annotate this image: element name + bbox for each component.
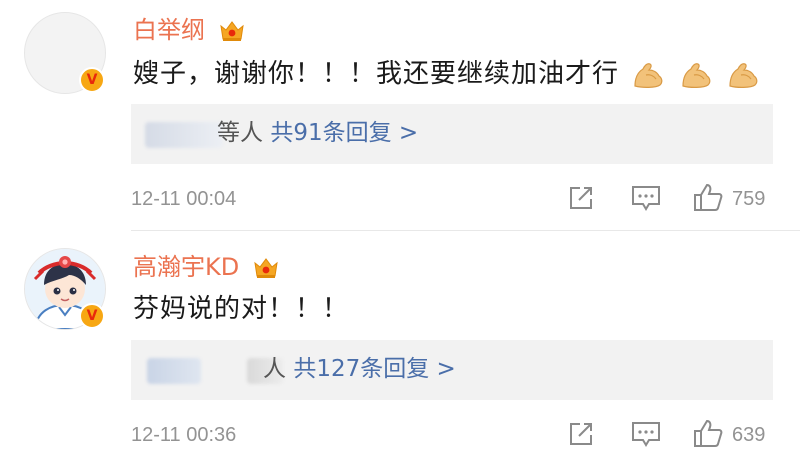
avatar[interactable]: V	[24, 12, 106, 94]
comment-item: V 白举纲 嫂子，谢谢你！！！我还要继续加油才行 等人 共91条回复 > 12-…	[0, 0, 800, 232]
reply-preview[interactable]: 人 共127条回复 >	[131, 340, 773, 400]
avatar[interactable]: V	[24, 248, 106, 330]
comment-icon[interactable]	[630, 183, 662, 213]
author-name[interactable]: 高瀚宇KD	[133, 252, 279, 282]
like-count: 639	[732, 424, 766, 446]
blurred-username	[147, 358, 201, 384]
reply-count-link[interactable]: 共91条回复 >	[270, 120, 418, 146]
flexed-biceps-icon	[634, 62, 663, 88]
divider	[131, 230, 800, 231]
flexed-biceps-icon	[681, 62, 710, 88]
comment-text-body: 嫂子，谢谢你！！！我还要继续加油才行	[133, 59, 620, 89]
reply-authors: 人	[263, 356, 286, 382]
comment-item: V 高瀚宇KD 芬妈说的对！！！ 人 共127条回复 > 12-11 00:36…	[0, 232, 800, 469]
verified-badge-icon: V	[79, 303, 105, 329]
timestamp: 12-11 00:36	[131, 424, 237, 446]
reply-preview[interactable]: 等人 共91条回复 >	[131, 104, 773, 164]
flexed-biceps-icon	[729, 62, 758, 88]
reply-summary[interactable]: 等人 共91条回复 >	[217, 117, 418, 149]
author-name-text: 白举纲	[133, 16, 205, 44]
verified-badge-icon: V	[79, 67, 105, 93]
author-name[interactable]: 白举纲	[133, 15, 245, 45]
thumbs-up-icon[interactable]	[692, 181, 724, 213]
comment-icon[interactable]	[630, 419, 662, 449]
comment-text: 芬妈说的对！！！	[133, 294, 350, 324]
share-icon[interactable]	[566, 183, 596, 213]
author-name-text: 高瀚宇KD	[133, 253, 240, 281]
crown-icon	[219, 21, 244, 41]
timestamp: 12-11 00:04	[131, 188, 237, 210]
reply-count-link[interactable]: 共127条回复 >	[293, 356, 455, 382]
thumbs-up-icon[interactable]	[692, 417, 724, 449]
comment-text: 嫂子，谢谢你！！！我还要继续加油才行	[133, 57, 761, 91]
like-count: 759	[732, 188, 766, 210]
crown-icon	[254, 258, 278, 278]
reply-summary[interactable]: 人 共127条回复 >	[263, 353, 456, 385]
blurred-username	[145, 122, 223, 148]
share-icon[interactable]	[566, 419, 596, 449]
reply-authors: 等人	[217, 120, 263, 146]
